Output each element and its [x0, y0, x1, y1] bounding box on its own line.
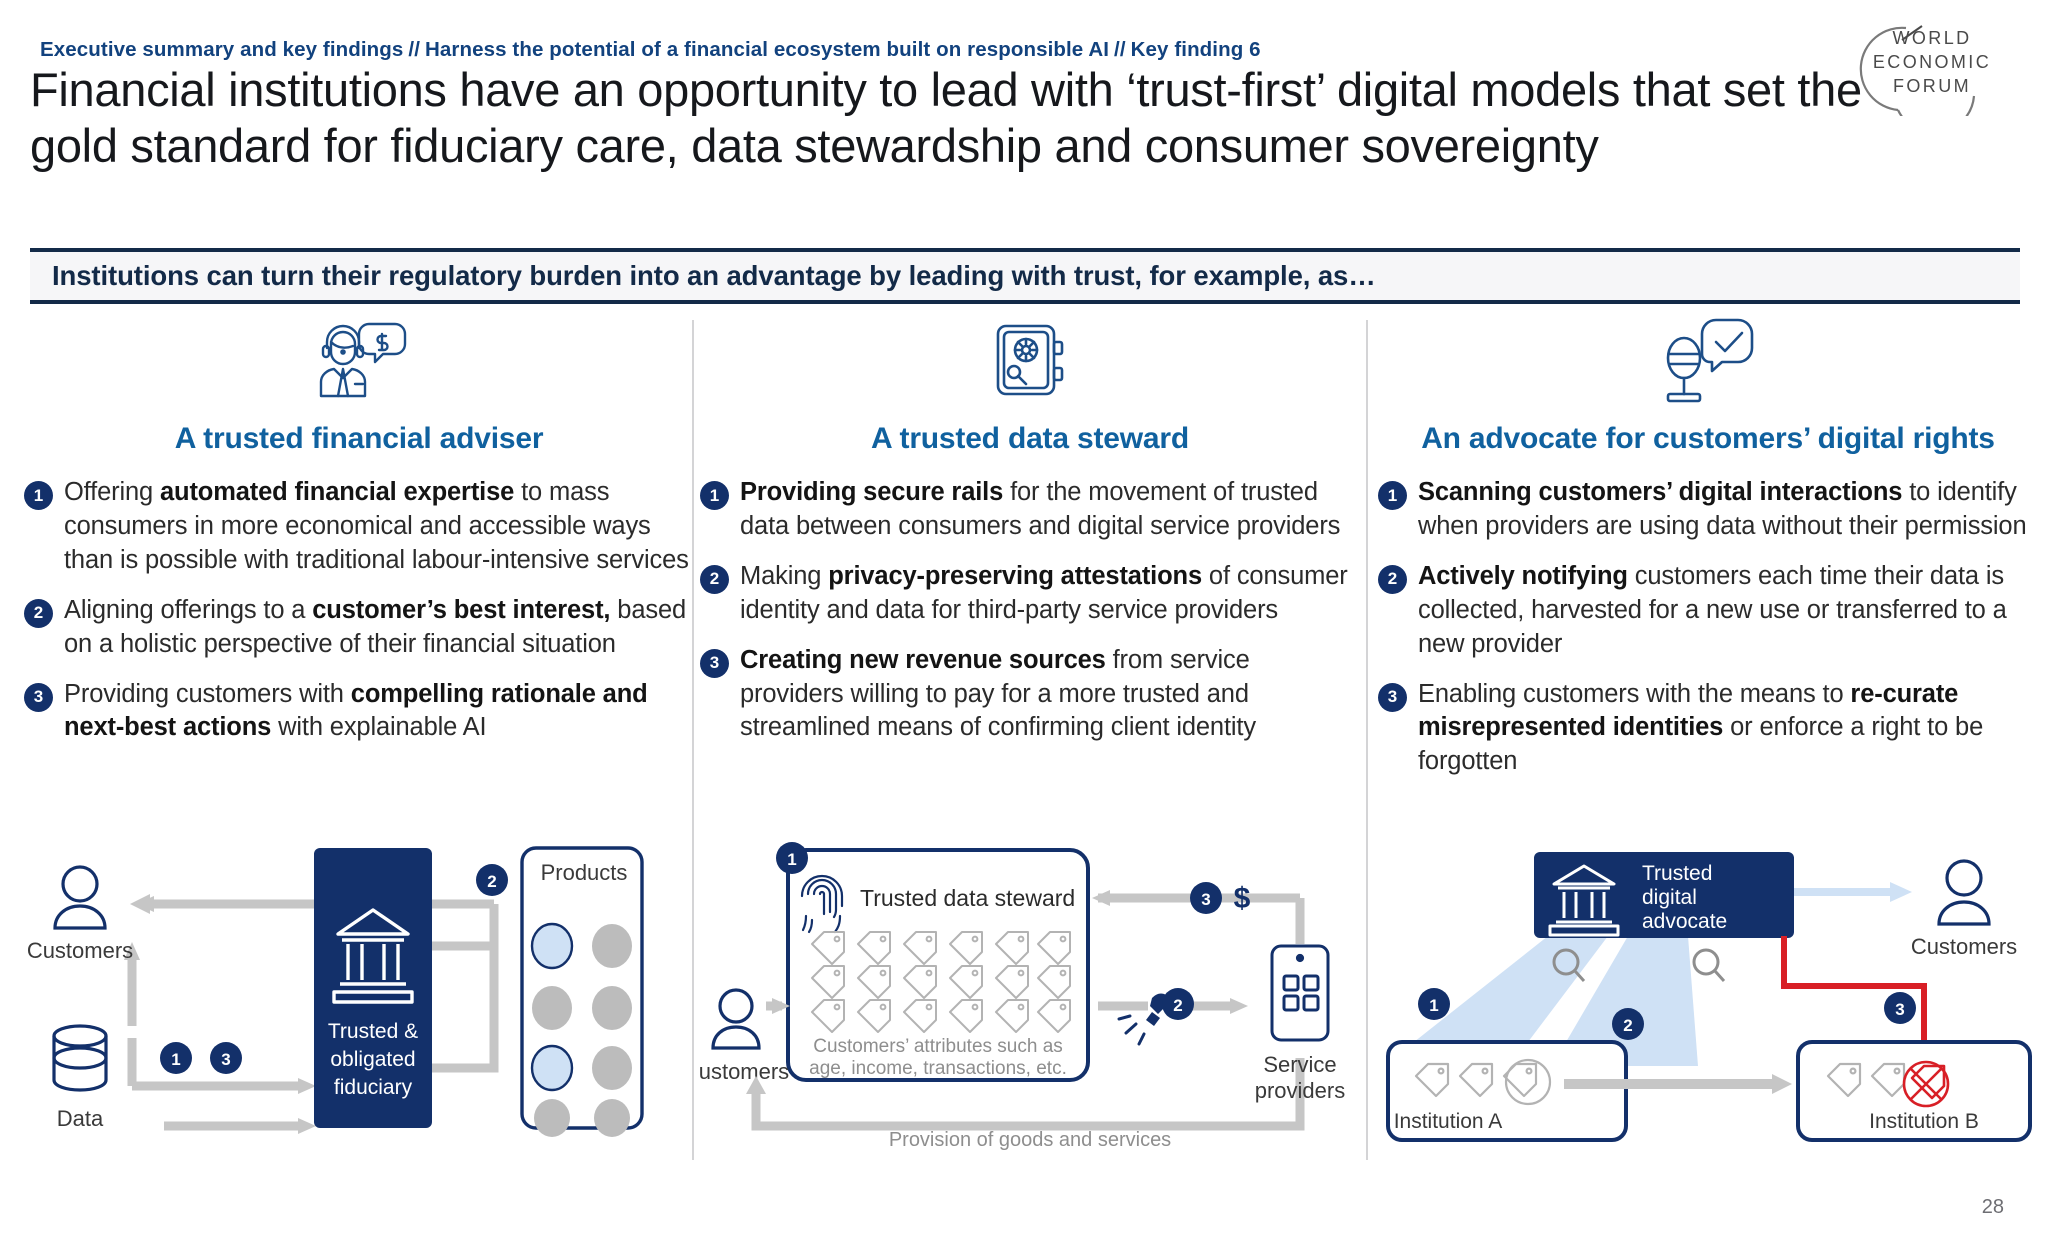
diagram-marker-1: 1 — [776, 842, 808, 874]
point-badge: 1 — [1378, 481, 1407, 510]
point-badge: 3 — [24, 682, 53, 712]
point-badge: 1 — [24, 481, 53, 510]
point-badge: 2 — [1378, 564, 1407, 594]
svg-text:3: 3 — [1895, 1000, 1904, 1019]
diagram-marker-3: 3 — [210, 1042, 242, 1074]
search-icon — [1692, 948, 1720, 976]
point-text: Creating new revenue sources from servic… — [740, 645, 1256, 742]
steward-label: Trusted data steward — [860, 885, 1075, 911]
fiduciary-label-line1: Trusted & — [328, 1020, 418, 1043]
trusted-fiduciary-diagram: Customers Data Trusted & obligated fiduc… — [24, 836, 694, 1166]
safe-vault-icon — [700, 312, 1360, 408]
column-title: A trusted financial adviser — [174, 422, 544, 455]
data-label: Data — [57, 1106, 104, 1131]
diagram-marker-2: 2 — [1162, 988, 1194, 1020]
svg-text:2: 2 — [1623, 1016, 1632, 1035]
customers-label: Customers — [1911, 934, 2017, 959]
customers-label: Customers — [700, 1059, 789, 1084]
trusted-data-steward-diagram: Trusted data steward Customers’ attribut… — [700, 836, 1360, 1166]
points-list: 1 Scanning customers’ digital interactio… — [1378, 476, 2038, 779]
service-providers-line2: providers — [1255, 1078, 1345, 1103]
list-item: 2 Actively notifying customers each time… — [1378, 560, 2038, 662]
column-trusted-financial-adviser: A trusted financial adviser 1 Offering a… — [24, 312, 694, 1172]
point-badge: 2 — [24, 598, 53, 628]
diagram-marker-3: 3 — [1190, 882, 1222, 914]
column-title: An advocate for customers’ digital right… — [1421, 422, 1995, 455]
institution-a-label: Institution A — [1394, 1110, 1503, 1133]
attributes-line2: age, income, transactions, etc. — [809, 1058, 1067, 1079]
svg-text:FORUM: FORUM — [1893, 76, 1971, 96]
fiduciary-label-line2: obligated — [330, 1048, 415, 1071]
point-text: Aligning offerings to a customer’s best … — [64, 595, 687, 658]
breadcrumb: Executive summary and key findings//Harn… — [40, 38, 1261, 62]
svg-text:1: 1 — [787, 850, 796, 869]
list-item: 1 Offering automated financial expertise… — [24, 476, 694, 578]
breadcrumb-item-2[interactable]: Key finding 6 — [1131, 38, 1261, 61]
microphone-check-icon — [1378, 312, 2038, 408]
advocate-line3: advocate — [1642, 910, 1727, 933]
diagram-marker-2: 2 — [476, 864, 508, 896]
point-badge: 3 — [700, 648, 729, 678]
svg-text:1: 1 — [171, 1050, 180, 1069]
svg-text:3: 3 — [1201, 890, 1210, 909]
svg-text:3: 3 — [221, 1050, 230, 1069]
point-text: Making privacy-preserving attestations o… — [740, 561, 1348, 624]
customers-label: Customers — [27, 938, 133, 963]
point-badge: 1 — [700, 481, 729, 510]
breadcrumb-separator: // — [408, 38, 421, 61]
column-title: A trusted data steward — [871, 422, 1189, 455]
point-text: Providing secure rails for the movement … — [740, 478, 1341, 540]
provision-flow-label: Provision of goods and services — [889, 1129, 1171, 1151]
world-economic-forum-logo: WORLD ECONOMIC FORUM — [1854, 20, 2004, 134]
products-label: Products — [541, 860, 628, 885]
points-list: 1 Providing secure rails for the movemen… — [700, 476, 1360, 745]
list-item: 2 Making privacy-preserving attestations… — [700, 560, 1360, 628]
list-item: 1 Scanning customers’ digital interactio… — [1378, 476, 2038, 544]
service-providers-line1: Service — [1263, 1052, 1336, 1077]
list-item: 3 Providing customers with compelling ra… — [24, 678, 694, 746]
diagram-marker-3: 3 — [1884, 992, 1916, 1024]
point-text: Actively notifying customers each time t… — [1418, 561, 2007, 658]
column-digital-rights-advocate: An advocate for customers’ digital right… — [1378, 312, 2038, 1172]
point-text: Scanning customers’ digital interactions… — [1418, 478, 2027, 540]
callout-text: Institutions can turn their regulatory b… — [52, 260, 1376, 291]
digital-advocate-diagram: Trusted digital advocate Customers Insti… — [1378, 836, 2038, 1166]
list-item: 2 Aligning offerings to a customer’s bes… — [24, 594, 694, 662]
list-item: 3 Creating new revenue sources from serv… — [700, 644, 1360, 746]
point-badge: 2 — [700, 564, 729, 594]
breadcrumb-item-1[interactable]: Harness the potential of a financial eco… — [425, 38, 1109, 61]
breadcrumb-item-0[interactable]: Executive summary and key findings — [40, 38, 403, 61]
page-title: Financial institutions have an opportuni… — [30, 63, 1862, 172]
column-trusted-data-steward: A trusted data steward 1 Providing secur… — [700, 312, 1360, 1172]
svg-text:1: 1 — [1429, 996, 1438, 1015]
fiduciary-label-line3: fiduciary — [334, 1076, 413, 1099]
callout-band: Institutions can turn their regulatory b… — [30, 248, 2020, 304]
advocate-line2: digital — [1642, 886, 1697, 909]
adviser-headset-dollar-icon — [24, 312, 694, 408]
point-text: Providing customers with compelling rati… — [64, 679, 648, 742]
column-divider-2 — [1366, 320, 1368, 1160]
diagram-marker-2: 2 — [1612, 1008, 1644, 1040]
page-number: 28 — [1981, 1196, 2004, 1218]
diagram-marker-1: 1 — [1418, 988, 1450, 1020]
svg-text:2: 2 — [487, 872, 496, 891]
svg-text:2: 2 — [1173, 996, 1182, 1015]
svg-text:ECONOMIC: ECONOMIC — [1873, 52, 1991, 72]
institution-b-label: Institution B — [1869, 1110, 1979, 1133]
point-text: Offering automated financial expertise t… — [64, 478, 689, 574]
slide-page: Executive summary and key findings//Harn… — [0, 0, 2048, 1243]
points-list: 1 Offering automated financial expertise… — [24, 476, 694, 745]
point-text: Enabling customers with the means to re-… — [1418, 679, 1984, 776]
columns-container: A trusted financial adviser 1 Offering a… — [0, 312, 2048, 1172]
advocate-line1: Trusted — [1642, 862, 1712, 885]
list-item: 3 Enabling customers with the means to r… — [1378, 678, 2038, 780]
dollar-icon: $ — [1234, 882, 1251, 915]
diagram-marker-1: 1 — [160, 1042, 192, 1074]
attributes-line1: Customers’ attributes such as — [813, 1036, 1063, 1057]
point-badge: 3 — [1378, 682, 1407, 712]
list-item: 1 Providing secure rails for the movemen… — [700, 476, 1360, 544]
breadcrumb-separator: // — [1114, 38, 1126, 61]
